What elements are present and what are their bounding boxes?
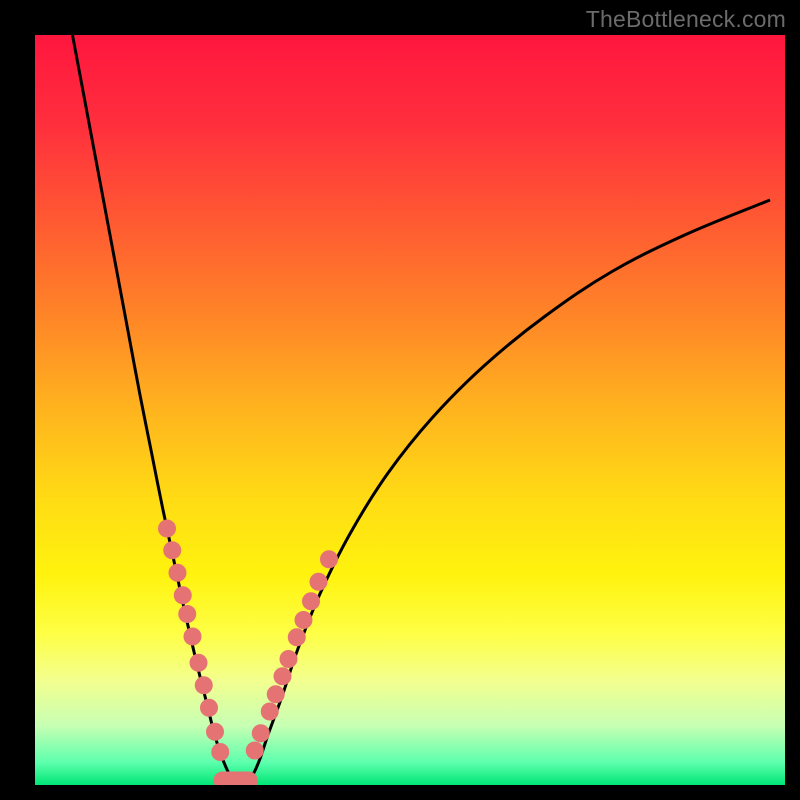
marker-dot bbox=[274, 667, 292, 685]
markers-right bbox=[246, 550, 338, 759]
marker-dot bbox=[200, 699, 218, 717]
marker-dot bbox=[158, 520, 176, 538]
marker-dot bbox=[267, 685, 285, 703]
chart-svg bbox=[35, 35, 785, 785]
marker-dot bbox=[246, 742, 264, 760]
marker-dot bbox=[169, 564, 187, 582]
marker-dot bbox=[190, 654, 208, 672]
marker-dot bbox=[206, 723, 224, 741]
plot-area bbox=[35, 35, 785, 785]
marker-dot bbox=[320, 550, 338, 568]
marker-dot bbox=[252, 724, 270, 742]
marker-dot bbox=[174, 586, 192, 604]
marker-dot bbox=[288, 628, 306, 646]
marker-dot bbox=[163, 541, 181, 559]
marker-dot bbox=[178, 605, 196, 623]
marker-dot bbox=[280, 650, 298, 668]
marker-dot bbox=[261, 703, 279, 721]
marker-dot bbox=[295, 611, 313, 629]
marker-dot bbox=[310, 573, 328, 591]
chart-frame: TheBottleneck.com bbox=[0, 0, 800, 800]
bottleneck-curve bbox=[73, 35, 771, 784]
markers-left bbox=[158, 520, 229, 762]
marker-dot bbox=[195, 676, 213, 694]
marker-dot bbox=[184, 628, 202, 646]
marker-dot bbox=[211, 743, 229, 761]
marker-dot bbox=[302, 592, 320, 610]
watermark-text: TheBottleneck.com bbox=[586, 6, 786, 33]
